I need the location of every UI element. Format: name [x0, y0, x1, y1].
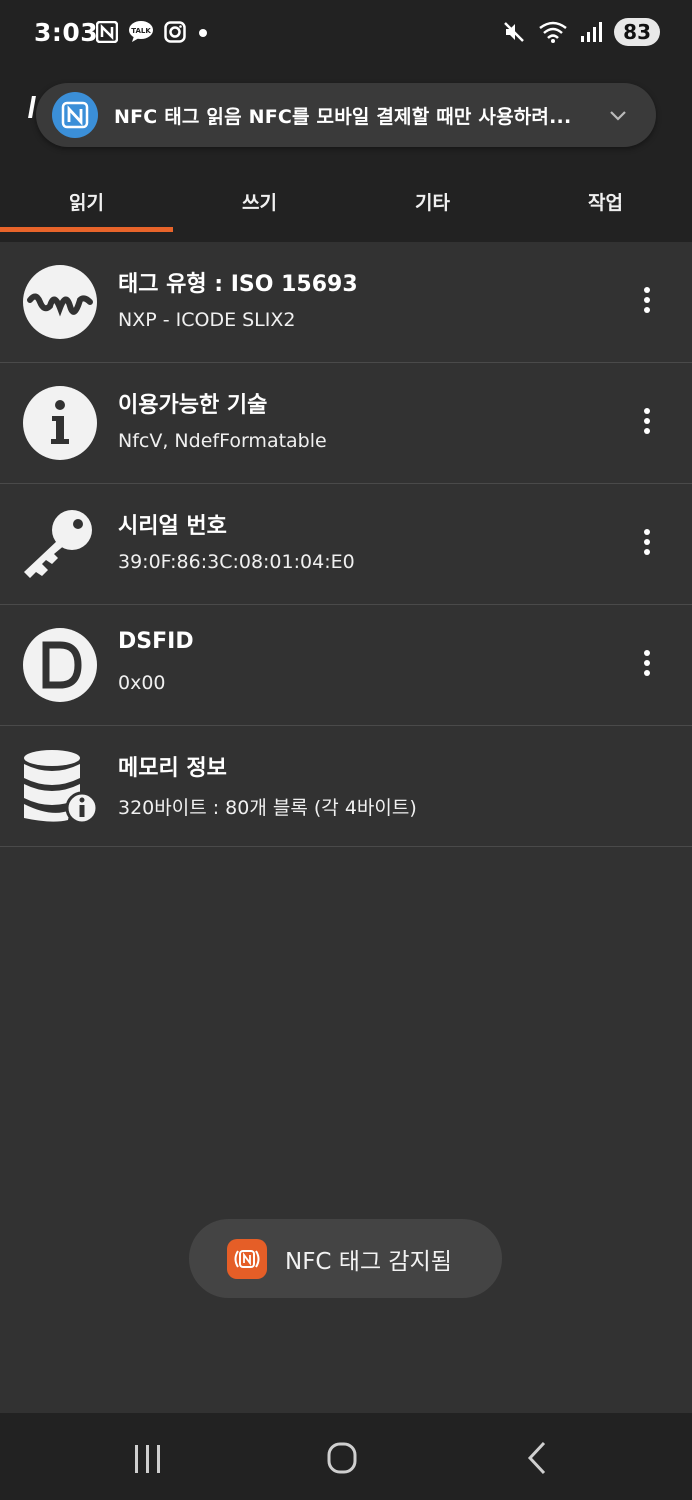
nfc-toast-icon — [227, 1238, 267, 1279]
nfc-icon — [96, 21, 118, 43]
signal-icon — [581, 22, 603, 42]
row-subtitle: 0x00 — [118, 672, 166, 694]
status-icons-right: 83 — [502, 18, 660, 46]
tab-tasks[interactable]: 작업 — [519, 160, 692, 242]
list-item-serial-number[interactable]: 시리얼 번호 39:0F:86:3C:08:01:04:E0 — [0, 484, 692, 605]
key-icon — [24, 510, 92, 578]
more-options-icon[interactable] — [640, 529, 654, 559]
more-options-icon[interactable] — [640, 287, 654, 317]
list-item-dsfid[interactable]: DSFID 0x00 — [0, 605, 692, 726]
tag-info-list: 태그 유형 : ISO 15693 NXP - ICODE SLIX2 이용가능… — [0, 242, 692, 847]
row-subtitle: NfcV, NdefFormatable — [118, 430, 327, 452]
list-item-tag-type[interactable]: 태그 유형 : ISO 15693 NXP - ICODE SLIX2 — [0, 242, 692, 363]
toast-text: NFC 태그 감지됨 — [285, 1248, 452, 1275]
row-subtitle: NXP - ICODE SLIX2 — [118, 309, 296, 331]
active-tab-indicator — [0, 227, 173, 232]
wifi-icon — [539, 21, 567, 43]
status-icons-left: TALK — [96, 20, 210, 44]
list-item-technologies[interactable]: 이용가능한 기술 NfcV, NdefFormatable — [0, 363, 692, 484]
more-options-icon[interactable] — [640, 650, 654, 680]
tab-write[interactable]: 쓰기 — [173, 160, 346, 242]
row-title: DSFID — [118, 629, 194, 654]
heads-up-notification[interactable]: NFC 태그 읽음 NFC를 모바일 결제할 때만 사용하려... — [36, 83, 656, 147]
dot-icon — [199, 29, 207, 37]
list-item-memory-info[interactable]: 메모리 정보 320바이트 : 80개 블록 (각 4바이트) — [0, 726, 692, 847]
nfc-n-icon — [52, 92, 98, 138]
battery-level: 83 — [614, 18, 660, 46]
d-letter-icon — [23, 628, 97, 702]
recent-apps-icon[interactable] — [118, 1433, 178, 1483]
svg-text:TALK: TALK — [131, 27, 151, 35]
mute-icon — [504, 22, 525, 42]
tab-other[interactable]: 기타 — [346, 160, 519, 242]
row-title: 이용가능한 기술 — [118, 393, 268, 418]
navigation-bar — [0, 1413, 692, 1500]
row-title: 시리얼 번호 — [118, 514, 227, 539]
instagram-icon — [164, 21, 186, 43]
row-title: 메모리 정보 — [118, 756, 227, 781]
toast-nfc-detected: NFC 태그 감지됨 — [189, 1219, 502, 1298]
info-icon — [23, 386, 97, 460]
row-subtitle: 320바이트 : 80개 블록 (각 4바이트) — [118, 797, 417, 819]
more-options-icon[interactable] — [640, 408, 654, 438]
row-subtitle: 39:0F:86:3C:08:01:04:E0 — [118, 551, 355, 573]
back-icon[interactable] — [506, 1433, 566, 1483]
database-info-icon — [24, 750, 98, 824]
kakaotalk-icon: TALK — [129, 21, 153, 42]
notification-text: NFC 태그 읽음 NFC를 모바일 결제할 때만 사용하려... — [114, 105, 572, 128]
status-bar: 3:03 TALK 83 — [0, 0, 692, 70]
home-icon[interactable] — [312, 1433, 372, 1483]
waveform-icon — [23, 265, 97, 339]
status-time: 3:03 — [34, 18, 99, 47]
chevron-down-icon[interactable] — [606, 103, 630, 127]
row-title: 태그 유형 : ISO 15693 — [118, 272, 358, 297]
